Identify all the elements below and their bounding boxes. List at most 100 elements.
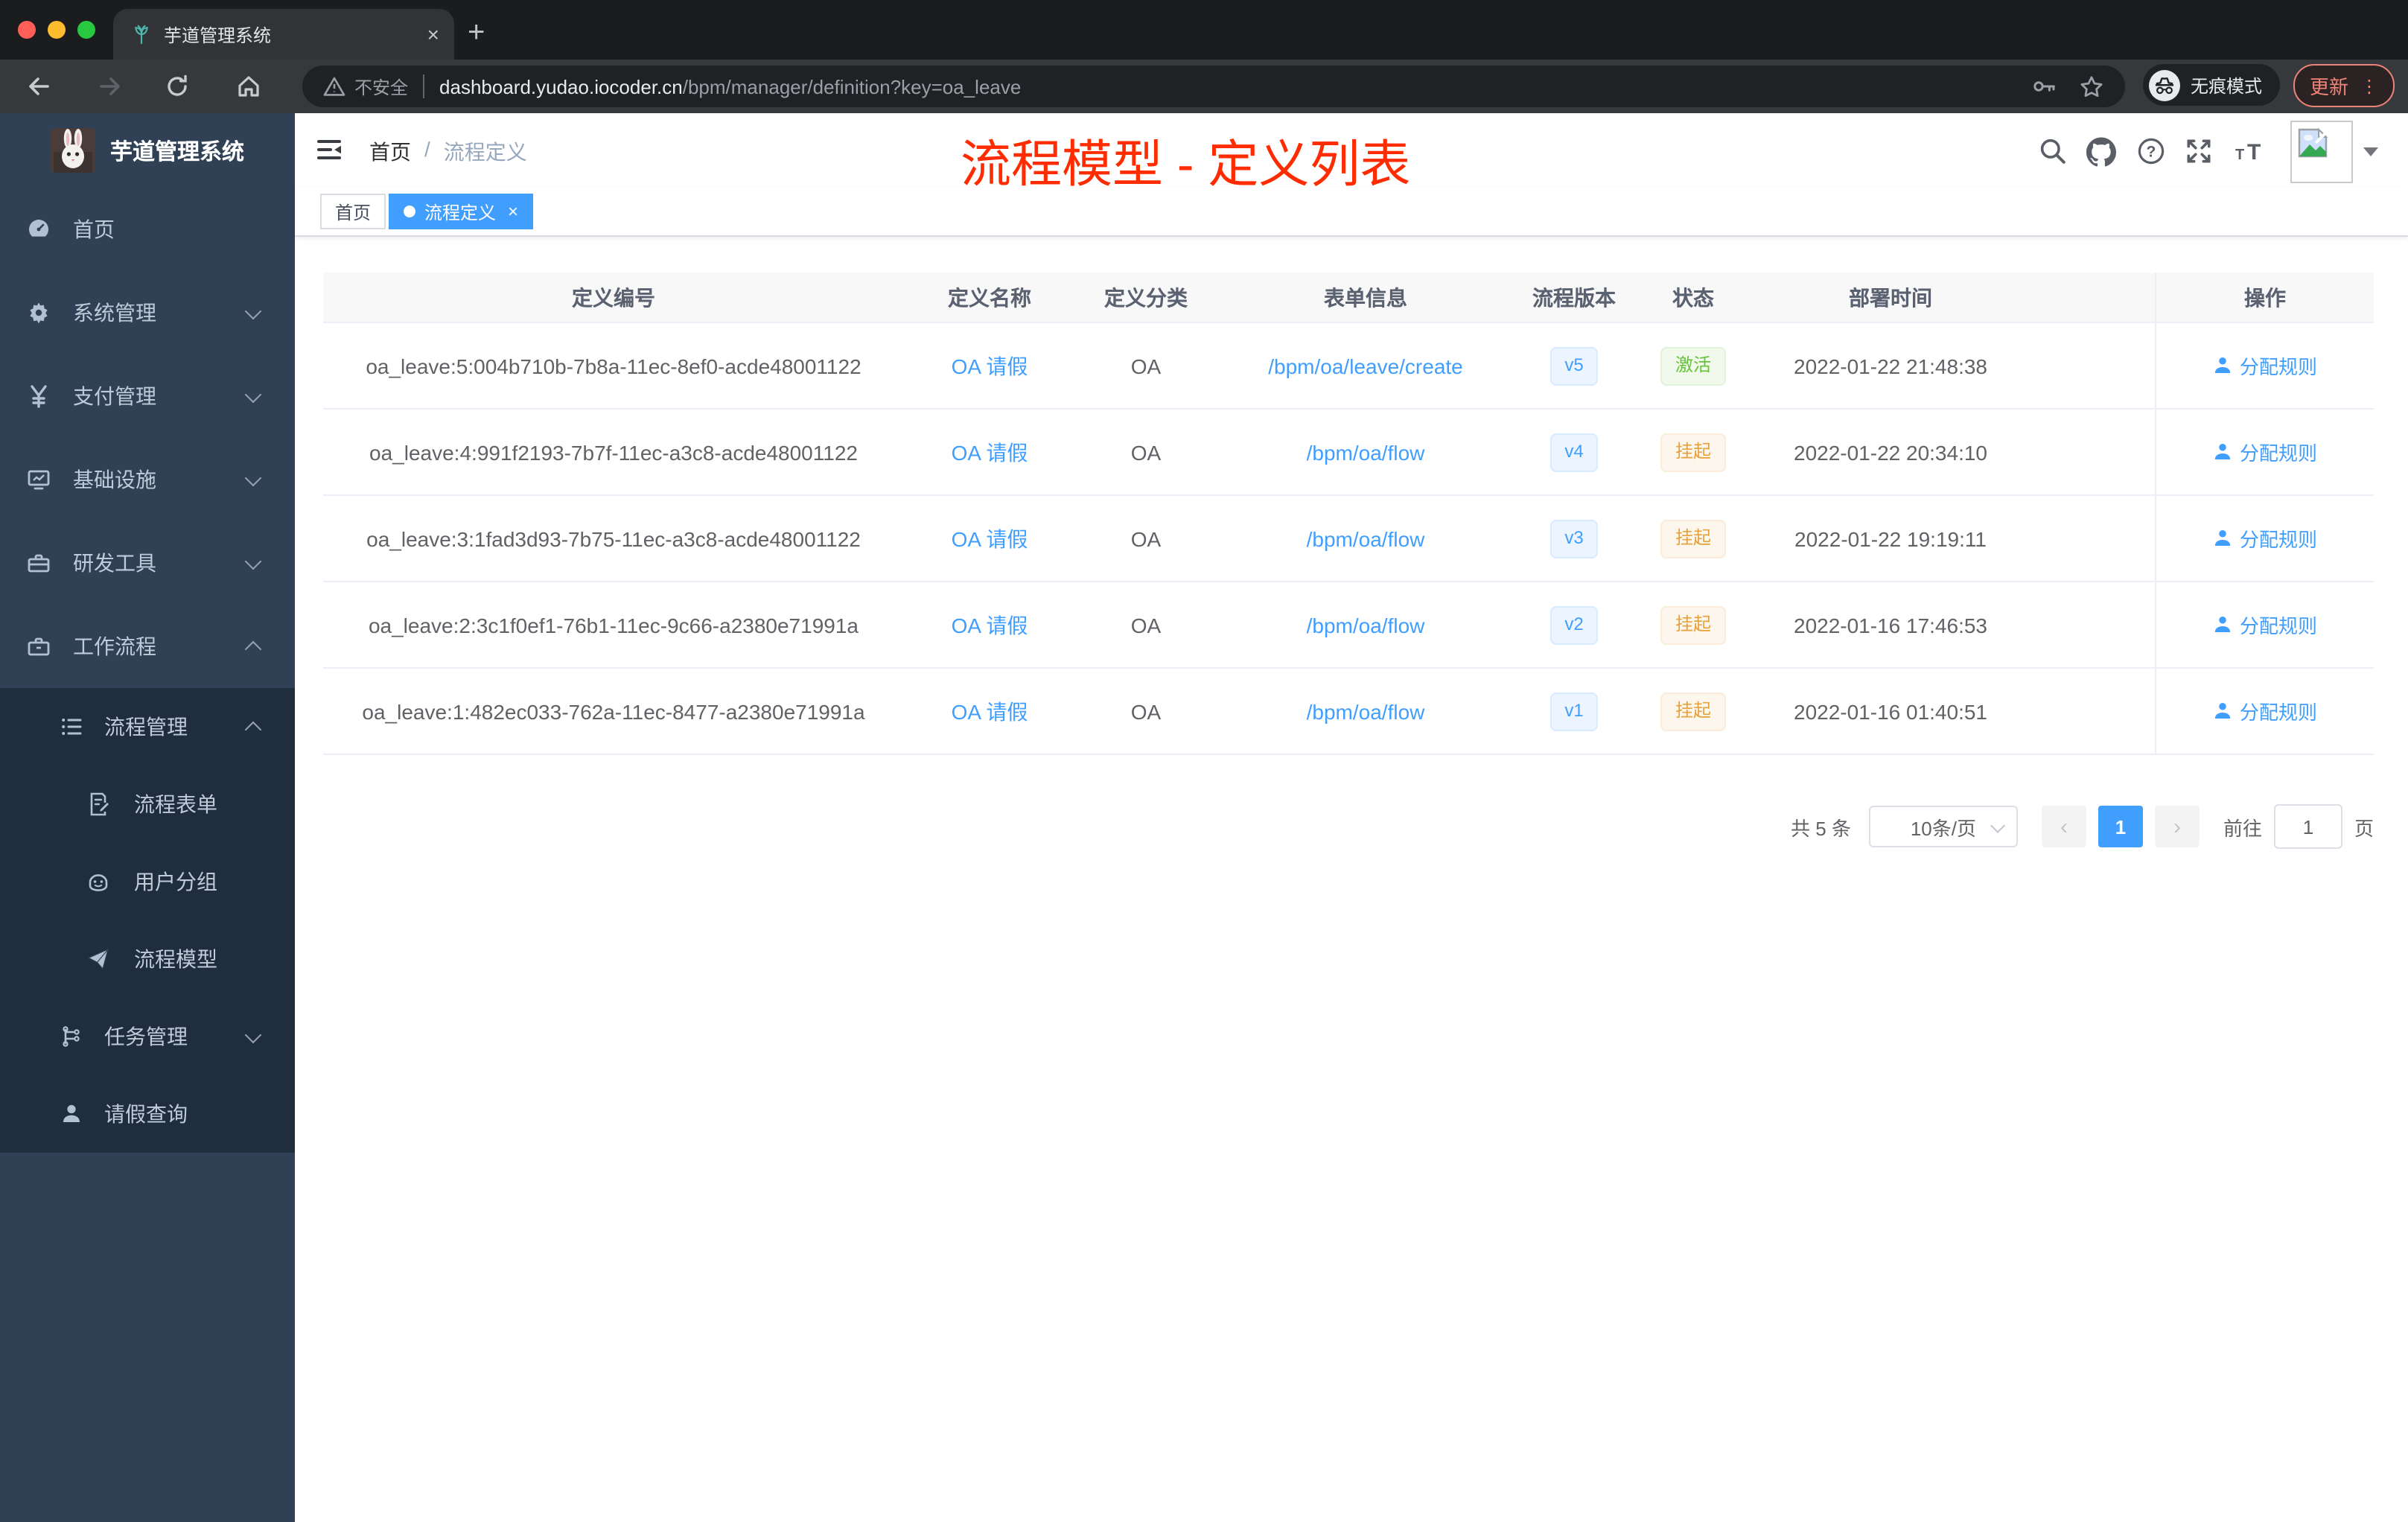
password-key-icon[interactable] (2031, 74, 2058, 98)
definition-name-link[interactable]: OA 请假 (952, 523, 1028, 553)
breadcrumb-home[interactable]: 首页 (369, 137, 411, 167)
chevron-down-icon (244, 302, 262, 319)
sidebar-item-process-management[interactable]: 流程管理 (0, 688, 295, 765)
paper-plane-icon (86, 947, 110, 971)
breadcrumb-separator: / (424, 137, 430, 161)
form-info-link[interactable]: /bpm/oa/flow (1307, 699, 1425, 723)
sidebar-item-system[interactable]: 系统管理 (0, 271, 295, 354)
home-icon[interactable] (235, 73, 262, 100)
definition-name-link[interactable]: OA 请假 (952, 610, 1028, 640)
form-info-link[interactable]: /bpm/oa/flow (1307, 440, 1425, 464)
breadcrumb-current: 流程定义 (443, 140, 527, 164)
robot-face-icon (86, 870, 110, 894)
sidebar-logo[interactable]: 芋道管理系统 (0, 113, 295, 188)
browser-tab[interactable]: 芋道管理系统 × (113, 9, 454, 60)
goto-page-input[interactable] (2273, 804, 2342, 849)
assign-rule-button[interactable]: 分配规则 (2213, 524, 2317, 553)
form-edit-icon (86, 792, 110, 816)
url-text[interactable]: dashboard.yudao.iocoder.cn/bpm/manager/d… (439, 75, 1021, 98)
github-icon[interactable] (2086, 137, 2116, 167)
table-row: oa_leave:2:3c1f0ef1-76b1-11ec-9c66-a2380… (323, 582, 2374, 669)
sidebar-item-leave-query[interactable]: 请假查询 (0, 1075, 295, 1153)
assign-rule-button[interactable]: 分配规则 (2213, 438, 2317, 466)
tags-view-bar: 首页 流程定义 × (295, 188, 2408, 237)
security-warning-icon[interactable] (323, 76, 345, 97)
person-icon (2214, 443, 2231, 459)
sidebar-item-home[interactable]: 首页 (0, 188, 295, 271)
tag-home[interactable]: 首页 (320, 194, 386, 229)
chrome-update-button[interactable]: 更新 ⋮ (2293, 64, 2395, 107)
status-badge: 挂起 (1660, 519, 1726, 558)
current-page-button[interactable]: 1 (2098, 806, 2143, 847)
sidebar-item-process-model[interactable]: 流程模型 (0, 920, 295, 998)
new-tab-button[interactable]: + (468, 12, 485, 54)
form-info-link[interactable]: /bpm/oa/flow (1307, 613, 1425, 637)
window-zoom-button[interactable] (77, 21, 95, 39)
assign-rule-button[interactable]: 分配规则 (2213, 697, 2317, 725)
sidebar-item-payment[interactable]: 支付管理 (0, 354, 295, 438)
chevron-down-icon (244, 1025, 262, 1043)
security-label[interactable]: 不安全 (354, 74, 408, 99)
list-tree-icon (60, 715, 83, 739)
breadcrumb: 首页 / 流程定义 (369, 137, 527, 167)
logo-avatar (51, 128, 95, 173)
dashboard-icon (27, 217, 51, 241)
form-info-link[interactable]: /bpm/oa/leave/create (1268, 354, 1463, 378)
page-size-select[interactable]: 10条/页 (1868, 806, 2018, 847)
avatar-caret-icon[interactable] (2363, 147, 2378, 164)
sidebar-item-devtools[interactable]: 研发工具 (0, 521, 295, 605)
form-info-link[interactable]: /bpm/oa/flow (1307, 526, 1425, 550)
assign-rule-button[interactable]: 分配规则 (2213, 611, 2317, 639)
svg-text:T: T (2235, 147, 2244, 163)
fullscreen-icon[interactable] (2185, 137, 2213, 165)
definition-name-link[interactable]: OA 请假 (952, 351, 1028, 380)
font-size-icon[interactable]: TT (2235, 140, 2268, 164)
cell-deploy-time: 2022-01-16 17:46:53 (1794, 613, 1987, 637)
sidebar-item-workflow[interactable]: 工作流程 (0, 605, 295, 688)
table-header-row: 定义编号 定义名称 定义分类 表单信息 流程版本 状态 部署时间 操作 (323, 273, 2374, 323)
tab-close-icon[interactable]: × (427, 22, 439, 46)
pagination: 共 5 条 10条/页 ‹ 1 › 前往 页 (323, 804, 2374, 849)
sidebar: 芋道管理系统 首页 系统管理 支付管理 基础设施 研发工具 工作流程 流程管理 … (0, 113, 295, 1522)
tag-process-definition[interactable]: 流程定义 × (389, 194, 534, 229)
site-favicon-icon (131, 24, 152, 45)
definition-name-link[interactable]: OA 请假 (952, 696, 1028, 726)
sidebar-item-label: 支付管理 (73, 384, 156, 408)
person-icon (2214, 616, 2231, 632)
next-page-button[interactable]: › (2154, 806, 2200, 847)
forward-icon[interactable] (97, 73, 124, 100)
sidebar-item-task-management[interactable]: 任务管理 (0, 998, 295, 1075)
sidebar-item-label: 任务管理 (104, 1025, 188, 1048)
back-icon[interactable] (25, 73, 52, 100)
window-close-button[interactable] (18, 21, 36, 39)
url-separator (423, 74, 425, 98)
column-header-actions: 操作 (2155, 273, 2374, 322)
prev-page-button[interactable]: ‹ (2041, 806, 2086, 847)
sidebar-item-user-group[interactable]: 用户分组 (0, 843, 295, 920)
sidebar-item-label: 流程管理 (104, 715, 188, 739)
cell-category: OA (1130, 354, 1162, 378)
version-badge: v2 (1549, 605, 1599, 644)
definition-name-link[interactable]: OA 请假 (952, 437, 1028, 467)
search-icon[interactable] (2039, 137, 2067, 165)
toolbox-icon (27, 551, 51, 575)
sidebar-item-label: 用户分组 (134, 870, 217, 894)
window-minimize-button[interactable] (48, 21, 66, 39)
reload-icon[interactable] (164, 73, 191, 100)
browser-tabstrip: 芋道管理系统 × + (0, 0, 2408, 60)
tag-close-icon[interactable]: × (508, 201, 518, 222)
sidebar-item-infrastructure[interactable]: 基础设施 (0, 438, 295, 521)
help-icon[interactable]: ? (2137, 137, 2165, 165)
assign-rule-button[interactable]: 分配规则 (2213, 351, 2317, 380)
url-bar[interactable]: 不安全 dashboard.yudao.iocoder.cn/bpm/manag… (302, 66, 2125, 107)
sidebar-fold-icon[interactable] (317, 138, 341, 161)
incognito-label: 无痕模式 (2191, 75, 2263, 96)
sidebar-item-process-form[interactable]: 流程表单 (0, 765, 295, 843)
avatar-button[interactable] (2290, 121, 2353, 183)
tag-label: 流程定义 (424, 202, 497, 223)
browser-menu-dots-icon[interactable]: ⋮ (2360, 77, 2378, 95)
main-area: 首页 / 流程定义 流程模型 - 定义列表 ? TT 首页 流程定义 × 定义编… (295, 113, 2408, 1522)
bookmark-star-icon[interactable] (2079, 74, 2104, 99)
yen-icon (27, 384, 51, 408)
cell-deploy-time: 2022-01-22 21:48:38 (1794, 354, 1987, 378)
